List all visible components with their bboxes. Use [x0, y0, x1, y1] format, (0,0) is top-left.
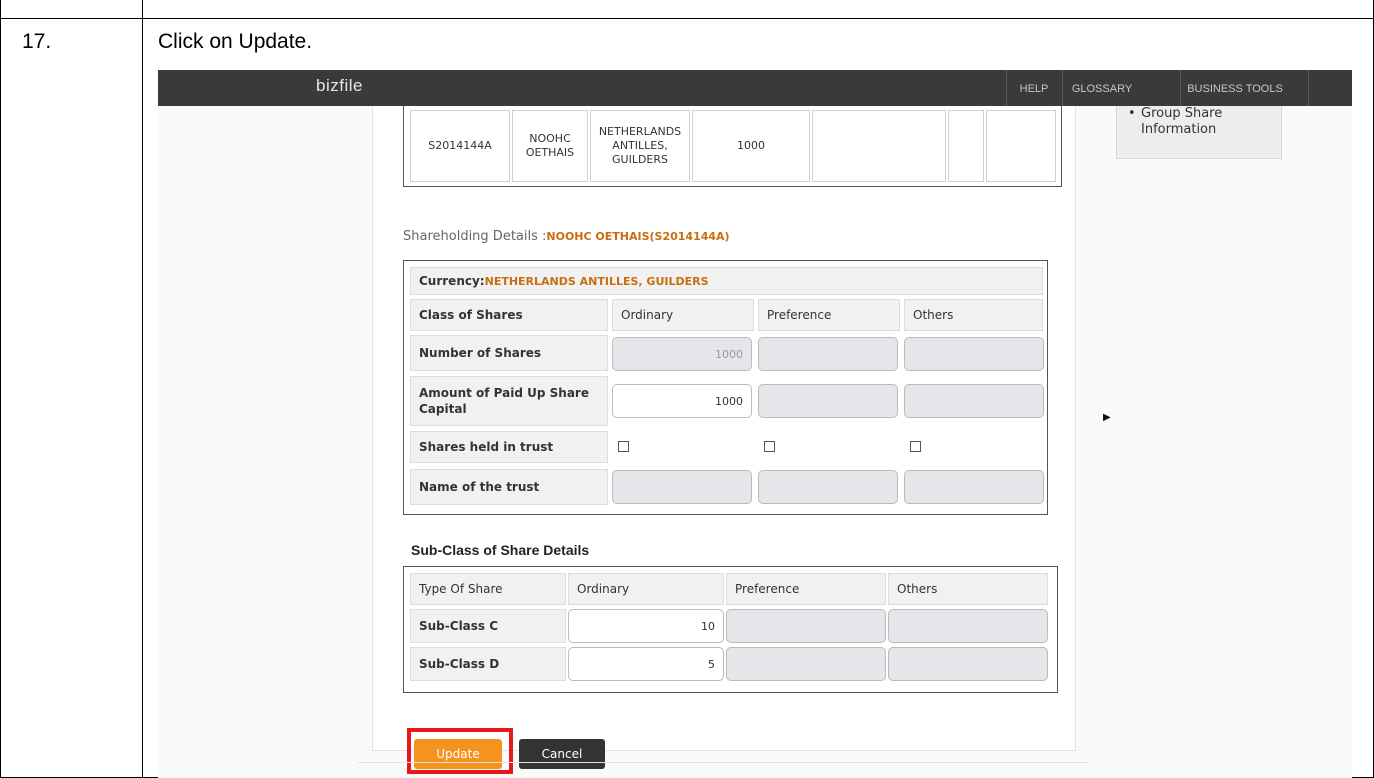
nav-glossary-link[interactable]: GLOSSARY	[1062, 70, 1142, 106]
shareholding-holder: NOOHC OETHAIS(S2014144A)	[546, 230, 730, 243]
nav-help-link[interactable]: HELP	[1006, 70, 1062, 106]
sub-class-c-label: Sub-Class C	[410, 609, 566, 643]
summary-name-cell: NOOHC OETHAIS	[512, 110, 588, 182]
summary-empty-cell	[812, 110, 946, 182]
update-highlight-box	[407, 728, 513, 774]
number-of-shares-others-input[interactable]	[904, 337, 1044, 371]
paid-up-capital-ordinary-input[interactable]: 1000	[612, 384, 752, 418]
content-bottom-border	[358, 762, 1088, 763]
shareholder-summary-table: S2014144A NOOHC OETHAIS NETHERLANDS ANTI…	[403, 106, 1062, 187]
name-of-trust-label: Name of the trust	[410, 469, 608, 505]
paid-up-capital-others-input[interactable]	[904, 384, 1044, 418]
subclass-box: Type Of Share Ordinary Preference Others…	[403, 566, 1058, 693]
nav-business-tools-link[interactable]: BUSINESS TOOLS	[1180, 70, 1290, 106]
side-menu-item-label: Group Share Information	[1141, 106, 1223, 137]
main-content: S2014144A NOOHC OETHAIS NETHERLANDS ANTI…	[372, 106, 1076, 774]
sub-class-d-others-input[interactable]	[888, 647, 1048, 681]
summary-currency-cell: NETHERLANDS ANTILLES, GUILDERS	[590, 110, 690, 182]
nav-separator	[1308, 70, 1309, 106]
top-navbar: bizfile HELP GLOSSARY BUSINESS TOOLS	[158, 70, 1352, 106]
sub-class-d-ordinary-input[interactable]: 5	[568, 647, 724, 681]
collapse-arrow-icon[interactable]: ▶	[1103, 412, 1111, 423]
others-header: Others	[904, 299, 1043, 331]
sub-class-c-preference-input[interactable]	[726, 609, 886, 643]
bullet-icon: •	[1128, 106, 1136, 121]
sub-class-c-ordinary-input[interactable]: 10	[568, 609, 724, 643]
currency-row: Currency: NETHERLANDS ANTILLES, GUILDERS	[410, 267, 1043, 295]
sub-class-c-others-input[interactable]	[888, 609, 1048, 643]
shareholding-title: Shareholding Details :NOOHC OETHAIS(S201…	[403, 229, 730, 244]
trust-others-checkbox[interactable]	[910, 441, 921, 452]
step-number: 17.	[22, 30, 52, 53]
class-of-shares-header: Class of Shares	[410, 299, 608, 331]
column-divider	[142, 0, 143, 778]
sub-class-d-preference-input[interactable]	[726, 647, 886, 681]
side-menu-item[interactable]: • Group Share Information	[1128, 106, 1251, 138]
subclass-title: Sub-Class of Share Details	[411, 542, 590, 558]
sub-others-header: Others	[888, 573, 1048, 605]
number-of-shares-ordinary-input[interactable]: 1000	[612, 337, 752, 371]
number-of-shares-preference-input[interactable]	[758, 337, 898, 371]
trust-name-preference-input[interactable]	[758, 470, 898, 504]
trust-name-others-input[interactable]	[904, 470, 1044, 504]
trust-ordinary-checkbox[interactable]	[618, 441, 629, 452]
trust-preference-checkbox[interactable]	[764, 441, 775, 452]
side-menu: • Group Share Information	[1116, 106, 1282, 159]
shareholding-title-label: Shareholding Details :	[403, 229, 547, 244]
step-instruction: Click on Update.	[158, 30, 313, 53]
summary-amount-cell: 1000	[692, 110, 810, 182]
shares-held-in-trust-label: Shares held in trust	[410, 431, 608, 463]
paid-up-capital-preference-input[interactable]	[758, 384, 898, 418]
sub-ordinary-header: Ordinary	[568, 573, 724, 605]
ordinary-header: Ordinary	[612, 299, 754, 331]
trust-name-ordinary-input[interactable]	[612, 470, 752, 504]
shareholding-box: Currency: NETHERLANDS ANTILLES, GUILDERS …	[403, 260, 1048, 515]
currency-value: NETHERLANDS ANTILLES, GUILDERS	[484, 274, 709, 288]
preference-header: Preference	[758, 299, 900, 331]
summary-empty-cell	[986, 110, 1056, 182]
summary-empty-cell	[948, 110, 984, 182]
number-of-shares-label: Number of Shares	[410, 335, 608, 371]
table-top-row	[0, 0, 1374, 19]
summary-id-cell: S2014144A	[410, 110, 510, 182]
sub-preference-header: Preference	[726, 573, 886, 605]
screenshot: bizfile HELP GLOSSARY BUSINESS TOOLS • G…	[158, 70, 1352, 778]
cancel-button[interactable]: Cancel	[519, 739, 605, 769]
bizfile-logo[interactable]: bizfile	[316, 76, 363, 96]
sub-class-d-label: Sub-Class D	[410, 647, 566, 681]
type-of-share-header: Type Of Share	[410, 573, 566, 605]
currency-label: Currency:	[419, 274, 485, 288]
paid-up-capital-label: Amount of Paid Up Share Capital	[410, 376, 608, 426]
